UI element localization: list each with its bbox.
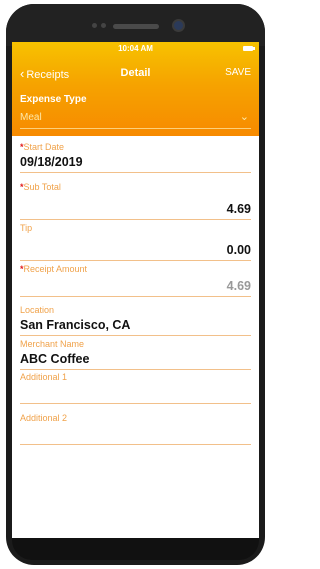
divider xyxy=(20,128,251,129)
front-camera-icon xyxy=(174,21,183,30)
field-underline xyxy=(20,444,251,445)
sensor-dot xyxy=(92,23,97,28)
additional-2-value[interactable] xyxy=(20,426,251,441)
field-underline xyxy=(20,296,251,297)
field-label: *Start Date xyxy=(20,142,65,152)
field-underline xyxy=(20,403,251,404)
field-label: Additional 1 xyxy=(20,372,68,382)
phone-top-bezel xyxy=(6,4,265,46)
sensor-dot xyxy=(101,23,106,28)
status-time: 10:04 AM xyxy=(118,44,153,53)
merchant-name-field[interactable]: Merchant Name ABC Coffee xyxy=(20,339,251,370)
expense-type-select[interactable]: Meal xyxy=(20,112,42,123)
phone-bottom-bezel xyxy=(12,538,259,560)
additional-2-field[interactable]: Additional 2 xyxy=(20,413,251,445)
sub-total-value[interactable]: 4.69 xyxy=(20,202,251,216)
page-title: Detail xyxy=(120,67,151,79)
location-field[interactable]: Location San Francisco, CA xyxy=(20,305,251,336)
app-screen: 10:04 AM ‹ Receipts Detail SAVE Expense T… xyxy=(12,42,259,538)
field-label: *Receipt Amount xyxy=(20,264,88,274)
receipt-amount-value: 4.69 xyxy=(226,279,251,293)
save-button[interactable]: SAVE xyxy=(225,67,251,78)
start-date-field[interactable]: *Start Date 09/18/2019 xyxy=(20,142,251,173)
sub-total-field[interactable]: *Sub Total 4.69 xyxy=(20,182,251,220)
additional-1-value[interactable] xyxy=(20,385,251,400)
tip-value[interactable]: 0.00 xyxy=(20,243,251,257)
receipt-amount-field: *Receipt Amount 4.69 xyxy=(20,264,251,297)
field-label: Tip xyxy=(20,223,33,233)
battery-icon xyxy=(243,46,255,51)
additional-1-field[interactable]: Additional 1 xyxy=(20,372,251,404)
location-value[interactable]: San Francisco, CA xyxy=(20,318,251,332)
speaker-grille xyxy=(112,24,159,29)
field-underline xyxy=(20,335,251,336)
status-bar: 10:04 AM xyxy=(12,42,259,56)
merchant-name-value[interactable]: ABC Coffee xyxy=(20,352,251,366)
field-underline xyxy=(20,260,251,261)
field-underline xyxy=(20,172,251,173)
field-label: Additional 2 xyxy=(20,413,68,423)
app-header: 10:04 AM ‹ Receipts Detail SAVE Expense T… xyxy=(12,42,259,136)
tip-field[interactable]: Tip 0.00 xyxy=(20,223,251,261)
field-label: *Sub Total xyxy=(20,182,61,192)
start-date-value[interactable]: 09/18/2019 xyxy=(20,155,251,169)
nav-bar: ‹ Receipts Detail SAVE xyxy=(12,63,259,83)
field-label: Location xyxy=(20,305,55,315)
field-underline xyxy=(20,369,251,370)
chevron-down-icon[interactable]: ⌄ xyxy=(240,110,249,123)
field-underline xyxy=(20,219,251,220)
expense-type-label: Expense Type xyxy=(20,94,87,105)
field-label: Merchant Name xyxy=(20,339,85,349)
